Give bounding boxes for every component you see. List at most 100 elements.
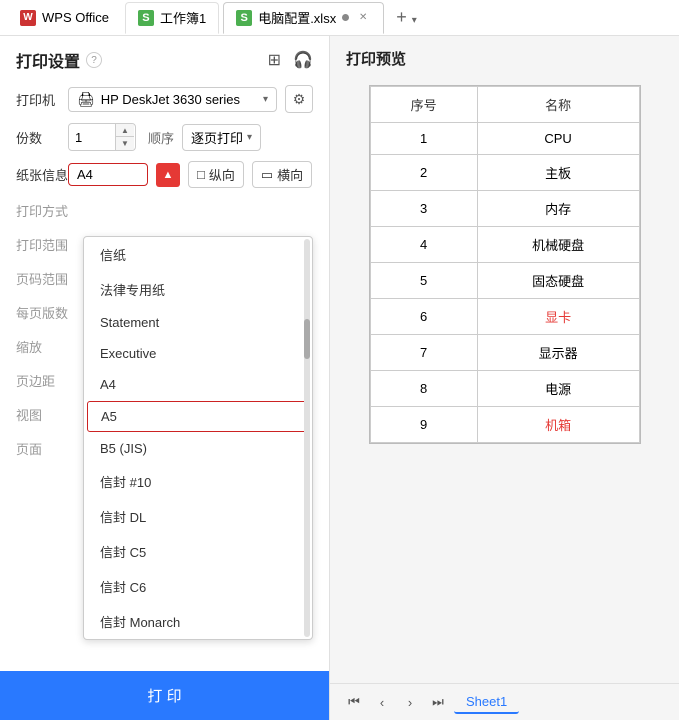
portrait-label: 纵向 [209,165,235,184]
copies-spinner: ▲ ▼ [115,124,134,150]
paper-dropdown-list: 信纸 法律专用纸 Statement Executive A4 A5 B5 (J… [83,236,313,640]
table-row: 9 机箱 [370,407,639,443]
dropdown-scrollbar[interactable] [304,239,310,637]
dropdown-item-monarch[interactable]: 信封 Monarch [84,604,312,639]
name-cell: 固态硬盘 [477,263,639,299]
copies-input-group: ▲ ▼ [68,123,136,151]
order-dropdown-arrow: ▾ [247,132,252,143]
paper-dropdown-button[interactable]: ▲ [156,163,180,187]
dropdown-item-envc6[interactable]: 信封 C6 [84,569,312,604]
dropdown-item-envdl[interactable]: 信封 DL [84,499,312,534]
dropdown-scrollthumb [304,319,310,359]
copies-label: 份数 [16,128,68,147]
printer-settings-button[interactable]: ⚙ [285,85,313,113]
copies-down-button[interactable]: ▼ [116,137,134,150]
seq-cell: 3 [370,191,477,227]
name-cell: 显示器 [477,335,639,371]
printer-dropdown-arrow: ▾ [263,94,268,105]
name-cell: 机械硬盘 [477,227,639,263]
copies-up-button[interactable]: ▲ [116,124,134,137]
bottom-nav: ⏮ ‹ › ⏭ Sheet1 [330,683,679,720]
nav-prev-button[interactable]: ‹ [370,690,394,714]
seq-cell: 9 [370,407,477,443]
right-panel: 打印预览 序号 名称 1 CPU [330,36,679,720]
view-label: 视图 [16,405,68,424]
nav-next-button[interactable]: › [398,690,422,714]
seq-cell: 8 [370,371,477,407]
order-select[interactable]: 逐页打印 ▾ [182,124,261,151]
portrait-button[interactable]: □ 纵向 [188,161,244,188]
printer-name: HP DeskJet 3630 series [101,92,257,107]
name-cell-red: 显卡 [477,299,639,335]
add-icon: + [396,7,407,27]
chevron-icon: ▾ [412,15,417,26]
table-row: 4 机械硬盘 [370,227,639,263]
tab-workbook[interactable]: S 工作簿1 [125,2,219,34]
per-page-label: 每页版数 [16,303,68,322]
print-type-row: 打印方式 [0,193,329,227]
dropdown-item-law[interactable]: 法律专用纸 [84,272,312,307]
panel-title: 打印设置 [16,48,80,72]
help-icon[interactable]: ? [86,52,102,68]
page-range-label: 页码范围 [16,269,68,288]
sheet-tab[interactable]: Sheet1 [454,691,519,714]
tab-close-button[interactable]: ✕ [355,10,371,26]
dropdown-item-a4[interactable]: A4 [84,369,312,400]
tab-wps[interactable]: W WPS Office [8,2,121,34]
table-row: 3 内存 [370,191,639,227]
print-button[interactable]: 打 印 [0,671,329,720]
copies-control: ▲ ▼ 顺序 逐页打印 ▾ [68,123,313,151]
workbook-icon: S [138,10,154,26]
paper-row: 纸张信息 A4 ▲ □ 纵向 ▭ 横向 [0,156,329,193]
tab-wps-label: WPS Office [42,10,109,25]
landscape-icon: ▭ [261,167,273,183]
printer-select[interactable]: 🖨 HP DeskJet 3630 series ▾ [68,87,277,112]
page-label: 页面 [16,439,68,458]
dropdown-item-envc5[interactable]: 信封 C5 [84,534,312,569]
layout-icon[interactable]: ⊞ [268,50,281,70]
print-type-label: 打印方式 [16,201,68,220]
tab-file-label: 电脑配置.xlsx [258,8,336,27]
file-icon: S [236,10,252,26]
dropdown-item-executive[interactable]: Executive [84,338,312,369]
table-row: 8 电源 [370,371,639,407]
portrait-icon: □ [197,167,205,182]
panel-icons: ⊞ 🎧 [268,50,313,70]
seq-cell: 1 [370,123,477,155]
nav-first-button[interactable]: ⏮ [342,690,366,714]
audio-icon[interactable]: 🎧 [293,50,313,70]
nav-last-button[interactable]: ⏭ [426,690,450,714]
copies-input[interactable] [69,126,115,149]
landscape-button[interactable]: ▭ 横向 [252,161,312,188]
printer-label: 打印机 [16,90,68,109]
wps-icon: W [20,10,36,26]
tab-file[interactable]: S 电脑配置.xlsx ✕ [223,2,384,34]
dropdown-item-a5[interactable]: A5 [87,401,309,432]
main-layout: 打印设置 ? ⊞ 🎧 打印机 🖨 HP DeskJet 3630 series … [0,36,679,720]
dropdown-item-xinzhi[interactable]: 信纸 [84,237,312,272]
tab-workbook-label: 工作簿1 [160,8,206,27]
seq-cell: 5 [370,263,477,299]
landscape-label: 横向 [277,165,303,184]
panel-header: 打印设置 ? ⊞ 🎧 [0,36,329,80]
paper-select[interactable]: A4 [68,163,148,186]
dropdown-item-statement[interactable]: Statement [84,307,312,338]
table-row: 2 主板 [370,155,639,191]
seq-cell: 4 [370,227,477,263]
print-range-label: 打印范围 [16,235,68,254]
preview-table-wrap: 序号 名称 1 CPU 2 主板 [369,85,641,444]
add-tab-button[interactable]: + ▾ [392,7,421,28]
table-row: 5 固态硬盘 [370,263,639,299]
dropdown-item-env10[interactable]: 信封 #10 [84,464,312,499]
order-value: 逐页打印 [191,128,243,147]
paper-label: 纸张信息 [16,165,68,184]
printer-icon: 🖨 [77,91,95,108]
name-cell: 主板 [477,155,639,191]
dropdown-item-b5[interactable]: B5 (JIS) [84,433,312,464]
name-cell-red: 机箱 [477,407,639,443]
margin-label: 页边距 [16,371,68,390]
seq-cell: 6 [370,299,477,335]
preview-title: 打印预览 [330,36,679,77]
name-cell: 内存 [477,191,639,227]
paper-value: A4 [77,167,93,182]
